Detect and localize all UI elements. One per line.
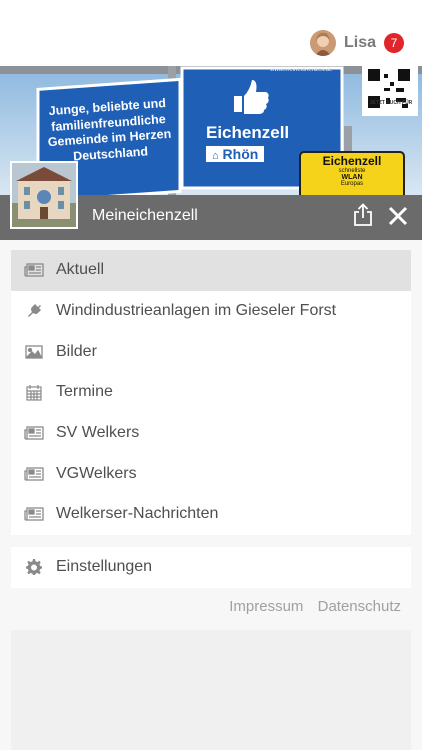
sign-right-title: Eichenzell xyxy=(322,154,382,168)
menu-item-windindustrieanlagen[interactable]: Windindustrieanlagen im Gieseler Forst xyxy=(11,291,411,332)
user-name[interactable]: Lisa xyxy=(344,34,376,52)
menu-item-label: Windindustrieanlagen im Gieseler Forst xyxy=(56,302,337,320)
menu-item-termine[interactable]: Termine xyxy=(11,372,411,413)
newspaper-icon xyxy=(23,505,45,523)
site-url: www.meineichenzell.de xyxy=(270,67,333,73)
menu-item-aktuell[interactable]: Aktuell xyxy=(11,250,411,291)
close-icon[interactable] xyxy=(387,205,409,227)
sign-center-title: Eichenzell xyxy=(206,123,290,142)
menu-item-label: Bilder xyxy=(56,342,97,360)
datenschutz-link[interactable]: Datenschutz xyxy=(318,598,401,615)
menu-item-label: Einstellungen xyxy=(56,558,153,576)
menu-item-label: Aktuell xyxy=(56,261,105,279)
user-menu[interactable]: Lisa 7 xyxy=(309,30,404,56)
share-icon[interactable] xyxy=(352,203,374,227)
image-icon xyxy=(23,343,45,361)
sign-right-sub3: Europas xyxy=(340,181,364,187)
top-bar: Lisa 7 xyxy=(0,0,422,66)
menu-item-label: Welkerser-Nachrichten xyxy=(56,505,219,523)
calendar-icon xyxy=(23,383,45,401)
avatar[interactable] xyxy=(309,30,336,56)
bottom-panel xyxy=(11,630,411,750)
menu-item-sv-welkers[interactable]: SV Welkers xyxy=(11,413,411,454)
sign-center-sub-label: Rhön xyxy=(222,146,259,162)
qr-caption: JETZT AUCH FÜR xyxy=(369,100,413,106)
settings-menu: Einstellungen xyxy=(11,547,411,588)
sign-right: Eichenzell schnellste WLAN Europas xyxy=(300,154,404,187)
sign-right-sub2: WLAN xyxy=(341,174,363,181)
impressum-link[interactable]: Impressum xyxy=(229,598,303,615)
newspaper-icon xyxy=(23,261,45,279)
app-logo xyxy=(10,161,78,229)
sign-center-sub: ⌂ Rhön xyxy=(206,146,265,162)
factory-icon: ⌂ xyxy=(212,150,219,162)
menu-item-vgwelkers[interactable]: VGWelkers xyxy=(11,453,411,494)
footer-links: Impressum Datenschutz xyxy=(219,598,401,615)
app-title: Meineichenzell xyxy=(92,207,198,224)
newspaper-icon xyxy=(23,424,45,442)
plug-icon xyxy=(23,302,45,320)
sign-left-text: Junge, beliebte und familienfreundliche … xyxy=(47,95,172,164)
notification-badge[interactable]: 7 xyxy=(384,33,404,53)
gear-icon xyxy=(23,558,45,576)
newspaper-icon xyxy=(23,465,45,483)
menu-item-label: Termine xyxy=(56,383,113,401)
menu-item-welkerser-nachrichten[interactable]: Welkerser-Nachrichten xyxy=(11,494,411,535)
nav-menu: Aktuell Windindustrieanlagen im Gieseler… xyxy=(11,250,411,535)
menu-item-label: SV Welkers xyxy=(56,424,140,442)
menu-item-einstellungen[interactable]: Einstellungen xyxy=(11,547,411,588)
menu-item-label: VGWelkers xyxy=(56,464,137,482)
menu-item-bilder[interactable]: Bilder xyxy=(11,331,411,372)
